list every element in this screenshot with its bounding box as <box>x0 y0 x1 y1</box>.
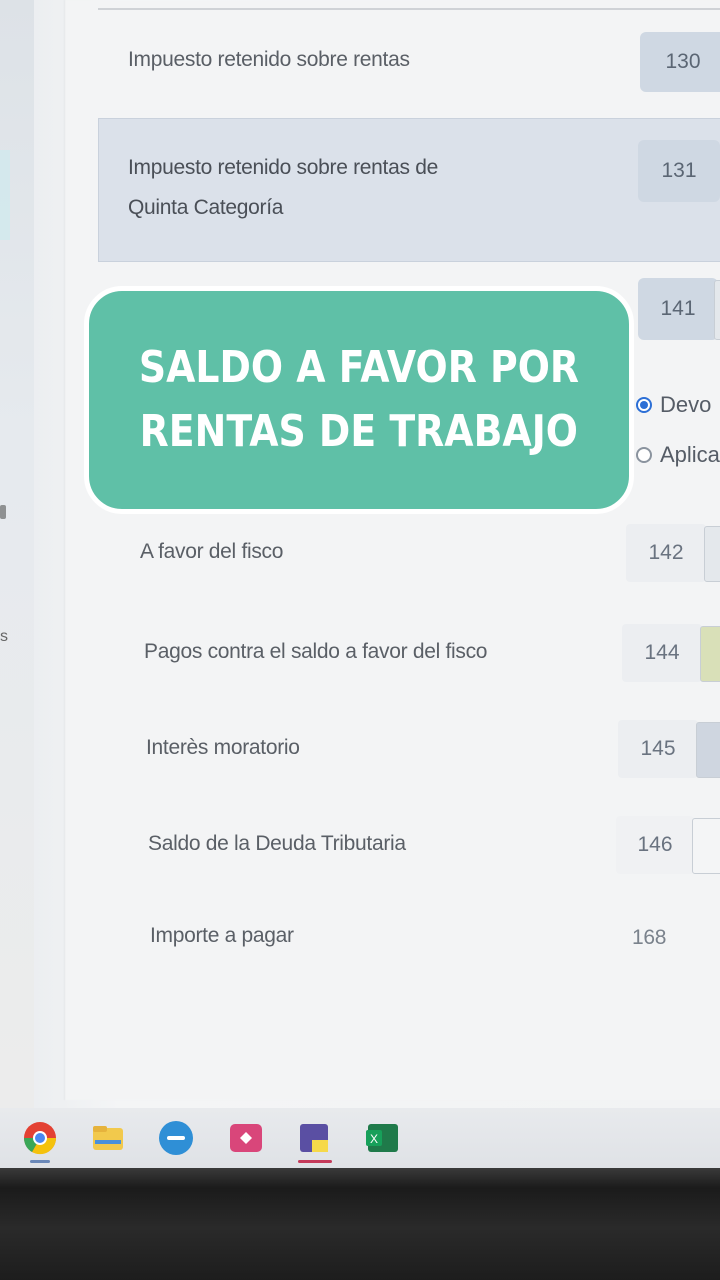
label-146: Saldo de la Deuda Tributaria <box>148 832 406 855</box>
sticky-notes-active-indicator <box>298 1160 332 1163</box>
input-141[interactable] <box>714 280 720 340</box>
caption-line-2: RENTAS DE TRABAJO <box>139 406 579 457</box>
label-131-line2: Quinta Categoría <box>128 196 284 219</box>
file-explorer-icon[interactable] <box>90 1120 126 1156</box>
left-sidebar-edge: s <box>0 0 34 1110</box>
code-141: 141 <box>638 278 718 340</box>
option-devolucion[interactable]: Devo <box>636 392 711 418</box>
label-145: Interès moratorio <box>146 736 300 759</box>
input-142[interactable] <box>704 526 720 582</box>
screen: s Impuesto retenido sobre rentas 130 Imp… <box>0 0 720 1168</box>
option-aplicacion[interactable]: Aplica <box>636 442 720 468</box>
row-131 <box>98 118 720 262</box>
sidebar-mark <box>0 505 6 519</box>
code-168: 168 <box>632 926 667 949</box>
monitor-bezel <box>0 1168 720 1280</box>
code-144: 144 <box>622 624 702 682</box>
divider <box>98 8 720 10</box>
label-144: Pagos contra el saldo a favor del fisco <box>144 640 488 663</box>
caption-line-1: SALDO A FAVOR POR <box>138 342 580 393</box>
label-142: A favor del fisco <box>140 540 284 563</box>
radio-unselected-icon[interactable] <box>636 447 652 463</box>
code-146: 146 <box>616 816 694 874</box>
caption-bubble: SALDO A FAVOR POR RENTAS DE TRABAJO <box>84 286 634 514</box>
option-devolucion-label: Devo <box>660 392 712 417</box>
input-144[interactable] <box>700 626 720 682</box>
sidebar-accent <box>0 150 10 240</box>
excel-icon[interactable]: X <box>364 1120 400 1156</box>
label-131-line1: Impuesto retenido sobre rentas de <box>128 156 438 179</box>
option-aplicacion-label: Aplica <box>660 442 720 467</box>
radio-selected-icon[interactable] <box>636 397 652 413</box>
code-145: 145 <box>618 720 698 778</box>
code-142: 142 <box>626 524 706 582</box>
code-131: 131 <box>638 140 720 202</box>
svg-text:X: X <box>370 1132 378 1146</box>
input-146[interactable] <box>692 818 720 874</box>
label-168: Importe a pagar <box>150 924 294 947</box>
app-icon[interactable] <box>228 1120 264 1156</box>
sidebar-letter: s <box>0 628 8 645</box>
sticky-notes-icon[interactable] <box>296 1120 332 1156</box>
meet-icon[interactable] <box>158 1120 194 1156</box>
chrome-active-indicator <box>30 1160 50 1163</box>
code-130: 130 <box>640 32 720 92</box>
label-130: Impuesto retenido sobre rentas <box>128 48 410 71</box>
chrome-icon[interactable] <box>22 1120 58 1156</box>
input-145[interactable] <box>696 722 720 778</box>
